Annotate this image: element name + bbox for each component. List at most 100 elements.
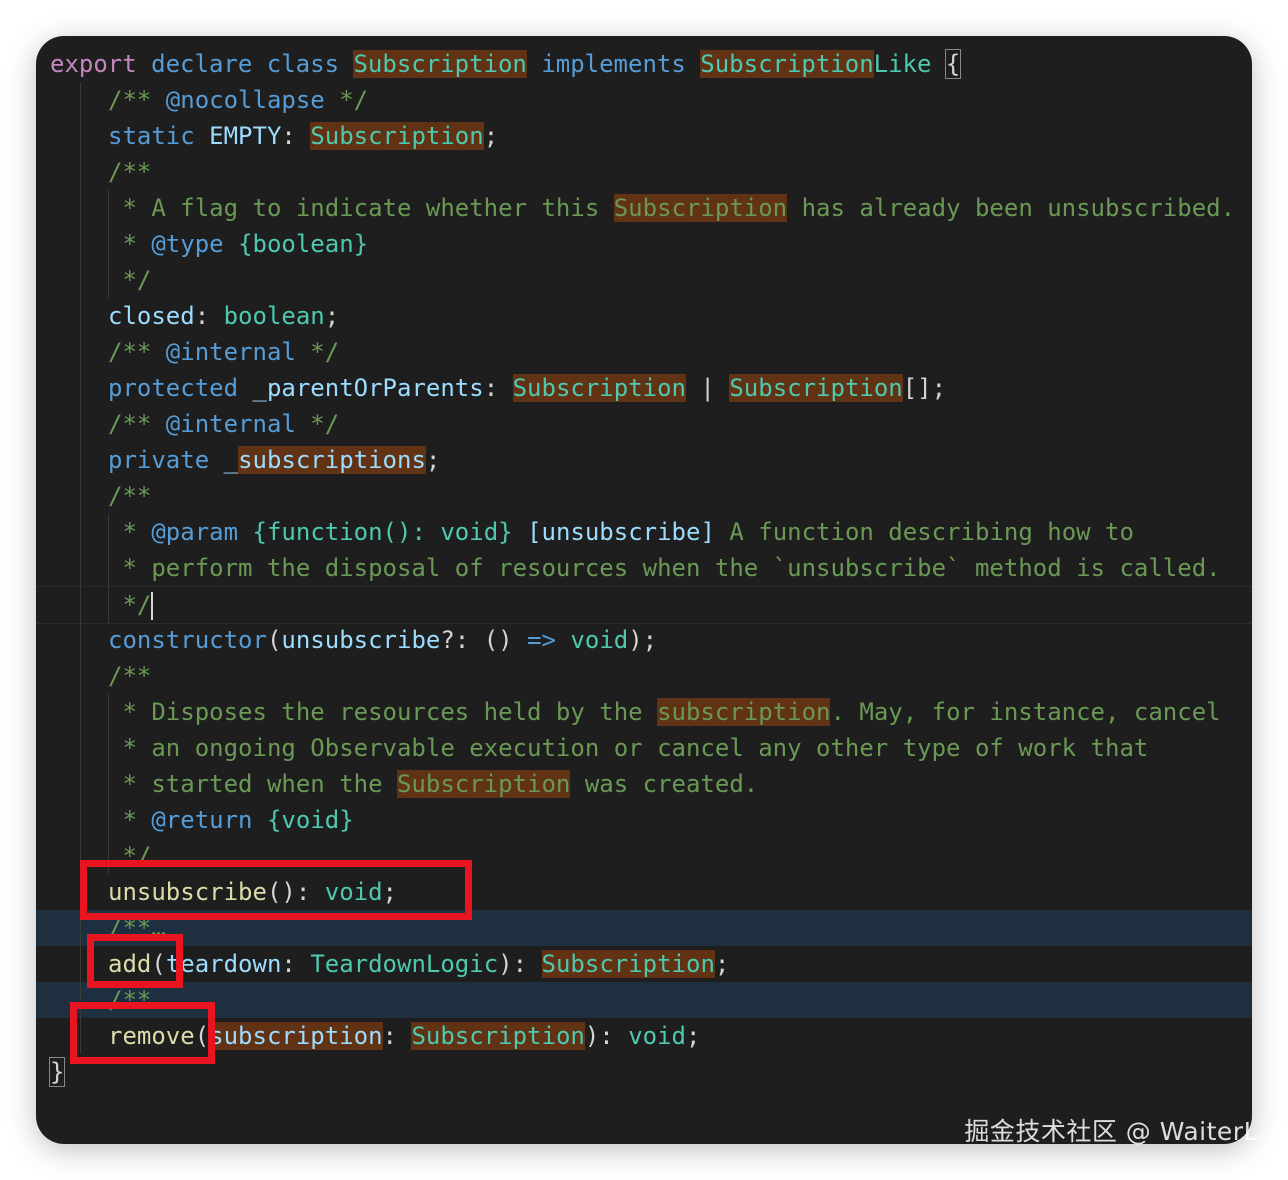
code-token: subscription xyxy=(209,1022,383,1050)
code-line[interactable]: static EMPTY: Subscription; xyxy=(36,118,1252,154)
code-line[interactable]: */ xyxy=(36,262,1252,298)
code-token: void xyxy=(628,1022,686,1050)
indent-guide xyxy=(80,298,81,334)
code-line[interactable]: /** xyxy=(36,478,1252,514)
code-token: /** xyxy=(108,662,152,690)
code-text: * an ongoing Observable execution or can… xyxy=(108,730,1148,766)
highlight-box-unsubscribe xyxy=(80,860,472,920)
code-text: * Disposes the resources held by the sub… xyxy=(108,694,1221,730)
code-line[interactable]: /** @internal */ xyxy=(36,334,1252,370)
indent-guide xyxy=(80,442,81,478)
code-line[interactable]: * A flag to indicate whether this Subscr… xyxy=(36,190,1252,226)
code-token: ; xyxy=(324,302,340,330)
indent-guide xyxy=(80,406,81,442)
code-line[interactable]: * @type {boolean} xyxy=(36,226,1252,262)
code-token: closed xyxy=(108,302,195,330)
code-line[interactable]: * @param {function(): void} [unsubscribe… xyxy=(36,514,1252,550)
code-token: export xyxy=(50,50,137,78)
code-token: constructor xyxy=(108,626,267,654)
code-area[interactable]: export declare class Subscription implem… xyxy=(36,36,1252,1144)
code-token: []; xyxy=(902,374,947,402)
code-line[interactable]: * an ongoing Observable execution or can… xyxy=(36,730,1252,766)
code-token: : xyxy=(281,950,311,978)
code-token: @internal xyxy=(165,338,296,366)
code-token: static xyxy=(108,122,195,150)
code-token: Subscription xyxy=(700,50,874,78)
code-token: A function describing how to xyxy=(714,518,1134,546)
code-line[interactable]: /** xyxy=(36,154,1252,190)
code-token: ): xyxy=(584,1022,629,1050)
code-line[interactable]: remove(subscription: Subscription): void… xyxy=(36,1018,1252,1054)
code-line[interactable]: add(teardown: TeardownLogic): Subscripti… xyxy=(36,946,1252,982)
code-text: */ xyxy=(108,587,154,623)
code-line[interactable]: /** xyxy=(36,658,1252,694)
code-token: * A flag to indicate whether this xyxy=(108,194,614,222)
code-token: ( xyxy=(266,626,282,654)
code-line[interactable]: export declare class Subscription implem… xyxy=(36,46,1252,82)
code-token: : xyxy=(382,1022,412,1050)
code-line[interactable]: * started when the Subscription was crea… xyxy=(36,766,1252,802)
code-token: {function(): void} xyxy=(252,518,513,546)
code-token: void xyxy=(570,626,629,654)
code-text: /** @internal */ xyxy=(108,406,339,442)
code-token: * xyxy=(108,518,152,546)
code-token: @internal xyxy=(165,410,296,438)
code-line[interactable]: * perform the disposal of resources when… xyxy=(36,550,1252,586)
code-line[interactable]: closed: boolean; xyxy=(36,298,1252,334)
code-line[interactable]: /** @nocollapse */ xyxy=(36,82,1252,118)
code-text: * perform the disposal of resources when… xyxy=(108,550,1220,586)
code-line[interactable]: /**… xyxy=(36,982,1252,1018)
code-line[interactable]: /** @internal */ xyxy=(36,406,1252,442)
code-text: /** xyxy=(108,658,151,694)
code-token: @nocollapse xyxy=(165,86,325,114)
code-token: Subscription xyxy=(310,122,484,150)
code-token: subscriptions xyxy=(238,446,426,474)
code-token: Subscription xyxy=(353,50,527,78)
code-token: @type xyxy=(151,230,224,258)
indent-guide xyxy=(80,658,81,694)
code-token: */ xyxy=(108,591,152,619)
code-token: /** xyxy=(108,158,152,186)
indent-guide xyxy=(80,587,81,623)
code-token: Subscription xyxy=(396,770,571,798)
code-line[interactable]: } xyxy=(36,1054,1252,1090)
code-editor-window: export declare class Subscription implem… xyxy=(36,36,1252,1144)
code-line[interactable]: * @return {void} xyxy=(36,802,1252,838)
code-token: => xyxy=(527,626,556,654)
code-text: * @type {boolean} xyxy=(108,226,368,262)
code-token: private xyxy=(108,446,210,474)
code-token: Subscription xyxy=(411,1022,585,1050)
watermark-text: 掘金技术社区 @ WaiterL xyxy=(964,1117,1258,1146)
code-token: has already been unsubscribed. xyxy=(787,194,1236,222)
code-token: * xyxy=(108,806,152,834)
indent-guide xyxy=(80,370,81,406)
code-token: TeardownLogic xyxy=(310,950,499,978)
code-token: Subscription xyxy=(541,950,715,978)
code-token: class xyxy=(266,50,340,78)
code-token: | xyxy=(685,374,730,402)
code-token: subscription xyxy=(657,698,831,726)
code-line[interactable]: constructor(unsubscribe?: () => void); xyxy=(36,622,1252,658)
indent-guide xyxy=(80,730,81,766)
code-token: . May, for instance, cancel xyxy=(830,698,1221,726)
code-token: implements xyxy=(541,50,686,78)
indent-guide xyxy=(80,334,81,370)
code-token: Like xyxy=(873,50,932,78)
code-token: boolean xyxy=(223,302,325,330)
code-text: /** @internal */ xyxy=(108,334,339,370)
code-line[interactable]: protected _parentOrParents: Subscription… xyxy=(36,370,1252,406)
code-line[interactable]: private _subscriptions; xyxy=(36,442,1252,478)
code-token: protected xyxy=(108,374,239,402)
code-line[interactable]: * Disposes the resources held by the sub… xyxy=(36,694,1252,730)
code-line[interactable]: */ xyxy=(36,586,1252,624)
code-text: /** @nocollapse */ xyxy=(108,82,368,118)
code-token: @param xyxy=(151,518,239,546)
code-token: /** xyxy=(108,482,152,510)
